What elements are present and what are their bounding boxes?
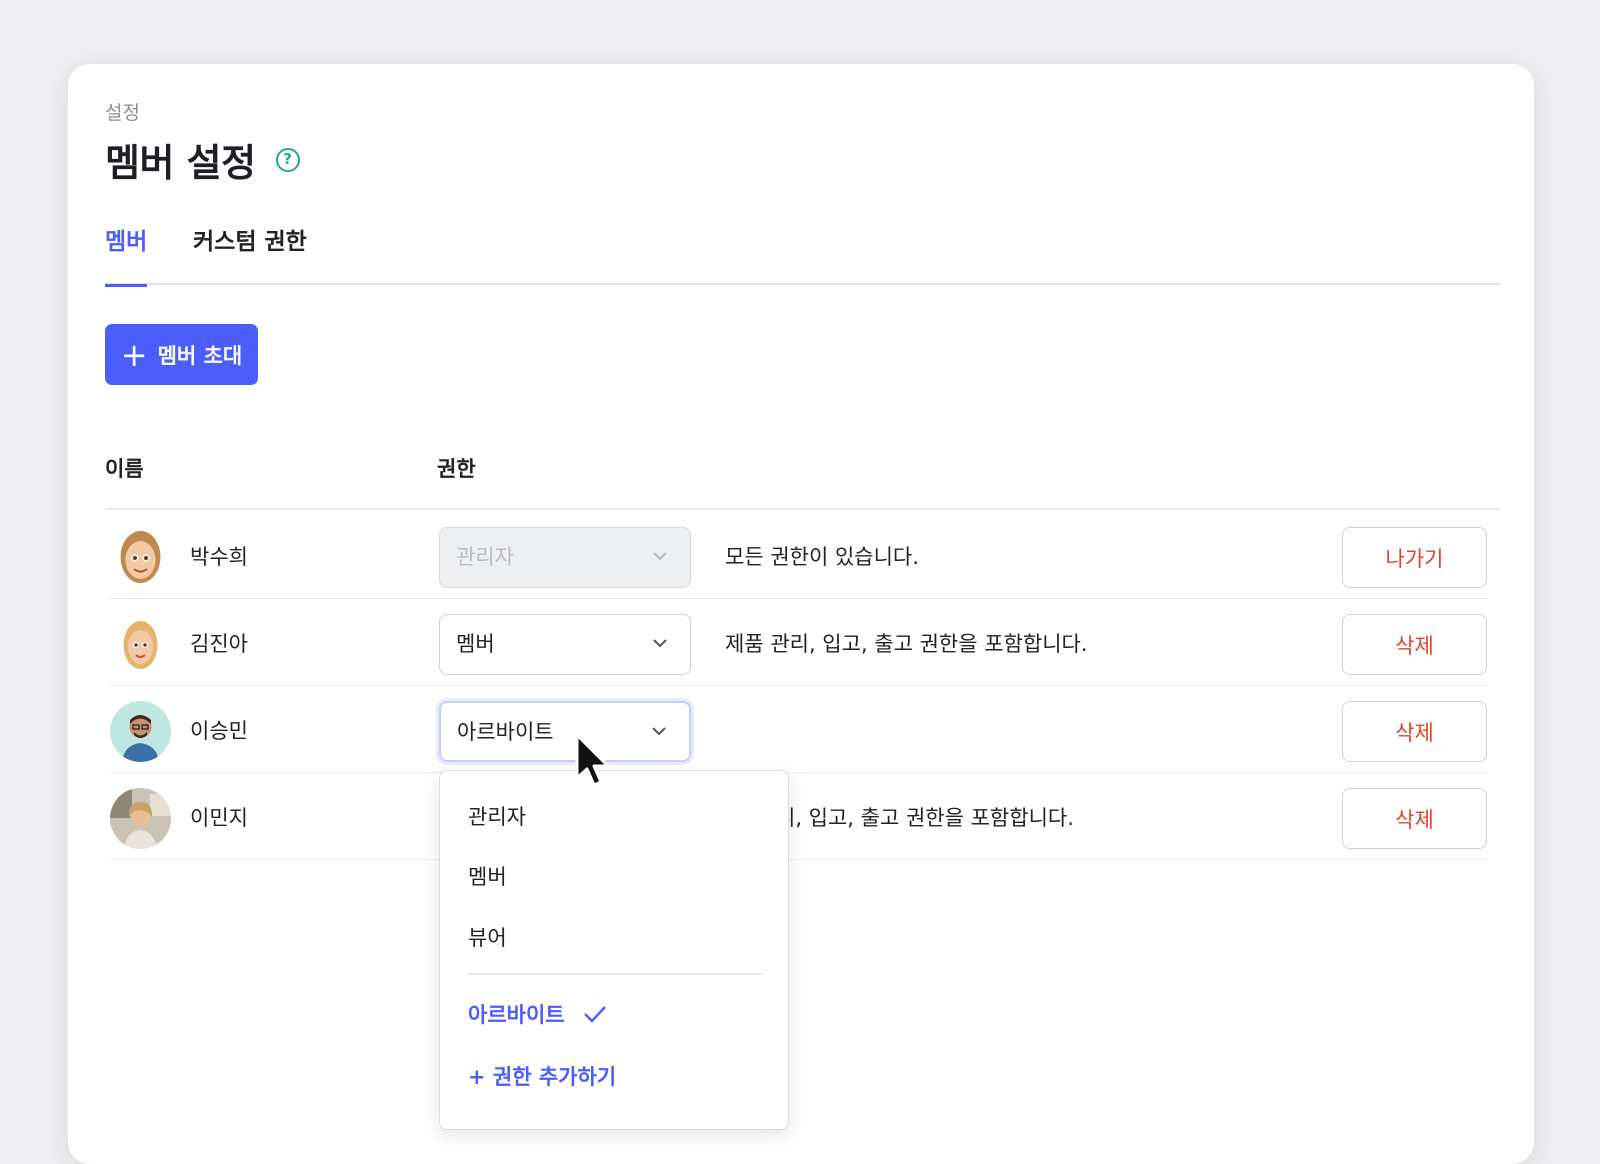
role-description: 리, 입고, 출고 권한을 포함합니다. [776, 806, 1074, 830]
add-permission-link[interactable]: + 권한 추가하기 [468, 1061, 616, 1091]
dropdown-option-parttime[interactable]: 아르바이트 [468, 999, 607, 1029]
member-name: 김진아 [190, 632, 248, 656]
tab-custom-permissions[interactable]: 커스텀 권한 [193, 222, 307, 285]
delete-button[interactable]: 삭제 [1342, 701, 1487, 762]
role-description: 제품 관리, 입고, 출고 권한을 포함합니다. [725, 632, 1088, 656]
role-select-value: 멤버 [456, 632, 495, 656]
breadcrumb[interactable]: 설정 [105, 98, 140, 125]
tab-members[interactable]: 멤버 [105, 222, 148, 287]
role-description: 모든 권한이 있습니다. [725, 545, 919, 569]
dropdown-option-parttime-label: 아르바이트 [468, 1003, 565, 1027]
tab-bar: 멤버 커스텀 권한 [105, 222, 1500, 287]
role-select: 관리자 [439, 527, 691, 588]
chevron-down-icon [653, 639, 667, 648]
dropdown-option-admin[interactable]: 관리자 [468, 801, 526, 831]
member-name: 박수희 [190, 545, 248, 569]
role-select[interactable]: 멤버 [439, 614, 691, 675]
table-row: 김진아 멤버 제품 관리, 입고, 출고 권한을 포함합니다. 삭제 [110, 599, 1488, 686]
role-select[interactable]: 아르바이트 [439, 701, 691, 762]
invite-member-label: 멤버 초대 [157, 343, 243, 368]
chevron-down-icon [653, 552, 667, 561]
avatar [110, 788, 171, 849]
role-select-value: 관리자 [456, 545, 514, 569]
chevron-down-icon [652, 727, 666, 736]
member-name: 이민지 [190, 806, 248, 830]
dropdown-divider [468, 973, 762, 975]
question-circle-icon[interactable]: ? [275, 147, 300, 172]
page-title: 멤버 설정 [105, 141, 256, 185]
check-icon [583, 1006, 606, 1023]
header-divider [105, 508, 1500, 510]
column-header-role: 권한 [437, 457, 476, 481]
table-row: 이승민 아르바이트 삭제 [110, 686, 1488, 773]
role-select-value: 아르바이트 [457, 720, 554, 744]
delete-button[interactable]: 삭제 [1342, 788, 1487, 849]
title-row: 멤버 설정 ? [105, 132, 300, 187]
dropdown-option-member[interactable]: 멤버 [468, 861, 507, 891]
member-name: 이승민 [190, 719, 248, 743]
avatar [110, 527, 171, 588]
plus-icon: + [120, 335, 148, 374]
column-header-name: 이름 [105, 457, 144, 481]
dropdown-option-viewer[interactable]: 뷰어 [468, 922, 507, 952]
table-row: 이민지 리, 입고, 출고 권한을 포함합니다. 삭제 [110, 773, 1488, 860]
avatar [110, 701, 171, 762]
table-row: 박수희 관리자 모든 권한이 있습니다. 나가기 [110, 512, 1488, 599]
leave-button[interactable]: 나가기 [1342, 527, 1487, 588]
invite-member-button[interactable]: + 멤버 초대 [105, 324, 258, 385]
avatar [110, 614, 171, 675]
role-dropdown-menu: 관리자 멤버 뷰어 아르바이트 + 권한 추가하기 [439, 770, 789, 1130]
delete-button[interactable]: 삭제 [1342, 614, 1487, 675]
mouse-cursor-icon [575, 733, 610, 787]
